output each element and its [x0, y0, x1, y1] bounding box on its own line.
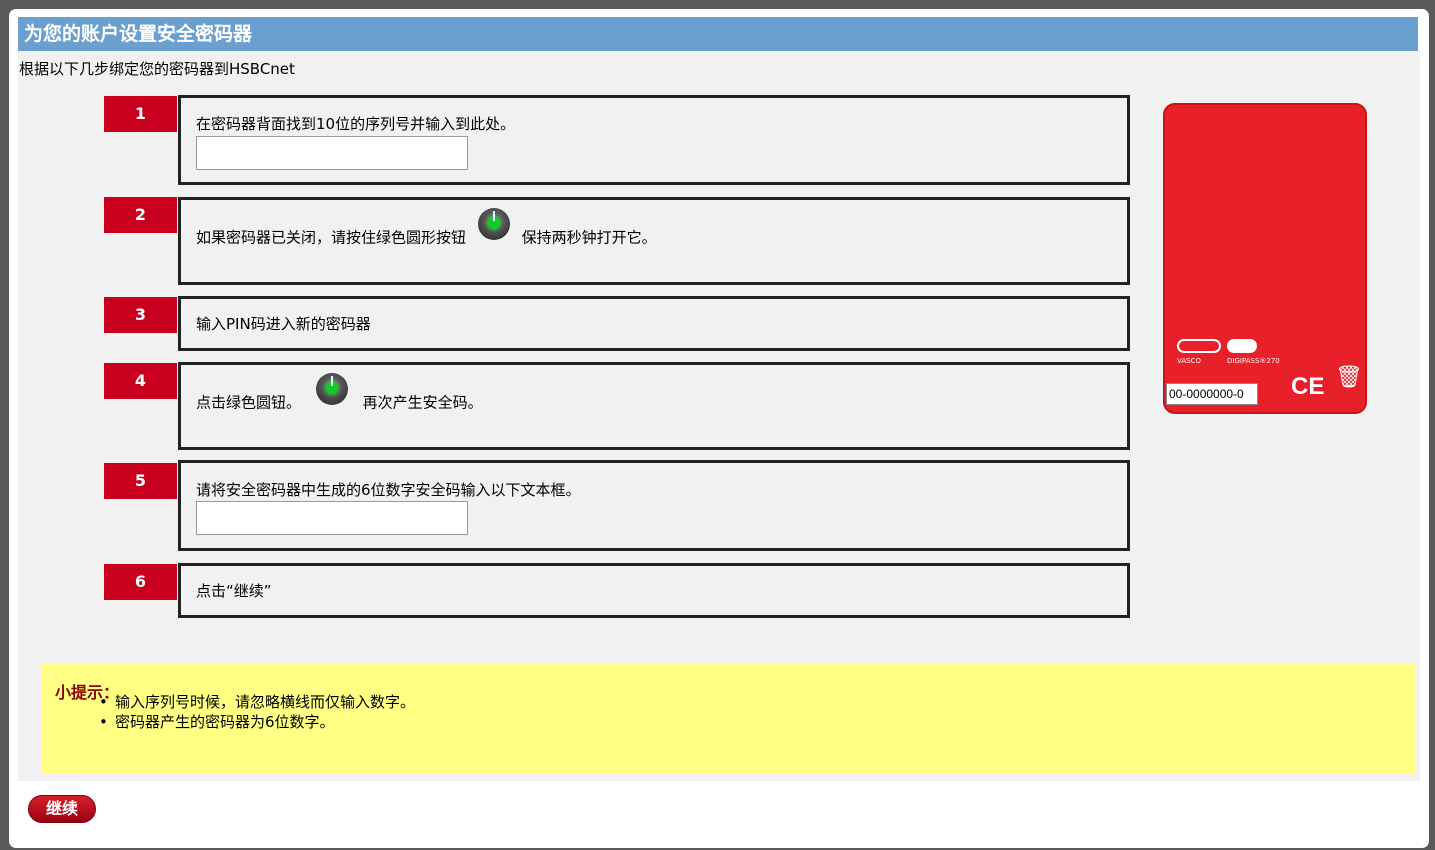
security-code-input[interactable]	[196, 501, 468, 535]
step-5-box: 请将安全密码器中生成的6位数字安全码输入以下文本框。	[178, 460, 1130, 551]
step-6-box: 点击“继续”	[178, 563, 1130, 618]
step-number-5: 5	[104, 463, 177, 499]
digipass-logo-icon	[1227, 339, 1257, 353]
step-2-text-before: 如果密码器已关闭，请按住绿色圆形按钮	[196, 228, 467, 247]
step-2-line: 如果密码器已关闭，请按住绿色圆形按钮 保持两秒钟打开它。	[196, 208, 657, 254]
setup-panel: 根据以下几步绑定您的密码器到HSBCnet 1 在密码器背面找到10位的序列号并…	[18, 51, 1420, 781]
vasco-logo-icon	[1177, 339, 1221, 353]
page-subtitle: 根据以下几步绑定您的密码器到HSBCnet	[19, 60, 295, 78]
step-4-text-before: 点击绿色圆钮。	[196, 393, 302, 412]
ce-mark: CE	[1291, 373, 1325, 400]
step-2-text-after: 保持两秒钟打开它。	[521, 228, 657, 247]
device-serial-label: 00-0000000-0	[1166, 383, 1258, 405]
step-1-box: 在密码器背面找到10位的序列号并输入到此处。	[178, 95, 1130, 185]
step-number-4: 4	[104, 363, 177, 399]
step-3-box: 输入PIN码进入新的密码器	[178, 296, 1130, 351]
tip-list: 输入序列号时候，请忽略横线而仅输入数字。 密码器产生的密码器为6位数字。	[99, 692, 415, 732]
step-4-box: 点击绿色圆钮。 再次产生安全码。	[178, 362, 1130, 450]
tip-box: 小提示： 输入序列号时候，请忽略横线而仅输入数字。 密码器产生的密码器为6位数字…	[41, 664, 1415, 774]
step-3-text: 输入PIN码进入新的密码器	[196, 315, 371, 333]
security-device-image: VASCO DIGIPASS®270 00-0000000-0 CE 🗑	[1163, 103, 1367, 414]
step-number-3: 3	[104, 297, 177, 333]
device-model: DIGIPASS®270	[1227, 357, 1280, 365]
step-6-text: 点击“继续”	[196, 582, 272, 600]
step-2-box: 如果密码器已关闭，请按住绿色圆形按钮 保持两秒钟打开它。	[178, 197, 1130, 285]
serial-number-input[interactable]	[196, 136, 468, 170]
step-1-text: 在密码器背面找到10位的序列号并输入到此处。	[196, 115, 516, 133]
step-5-text: 请将安全密码器中生成的6位数字安全码输入以下文本框。	[196, 481, 581, 499]
step-number-2: 2	[104, 197, 177, 233]
green-round-button-icon	[315, 373, 348, 405]
step-4-line: 点击绿色圆钮。 再次产生安全码。	[196, 373, 483, 419]
recycle-bin-icon: 🗑	[1335, 365, 1363, 390]
power-button-icon	[477, 208, 510, 240]
tip-item: 密码器产生的密码器为6位数字。	[99, 712, 415, 732]
dialog-frame: 为您的账户设置安全密码器 根据以下几步绑定您的密码器到HSBCnet 1 在密码…	[9, 9, 1429, 848]
device-brand: VASCO	[1177, 357, 1201, 365]
tip-item: 输入序列号时候，请忽略横线而仅输入数字。	[99, 692, 415, 712]
step-4-text-after: 再次产生安全码。	[362, 393, 483, 412]
step-number-6: 6	[104, 564, 177, 600]
page-title: 为您的账户设置安全密码器	[18, 17, 1418, 51]
continue-button[interactable]: 继续	[28, 795, 96, 823]
step-number-1: 1	[104, 96, 177, 132]
